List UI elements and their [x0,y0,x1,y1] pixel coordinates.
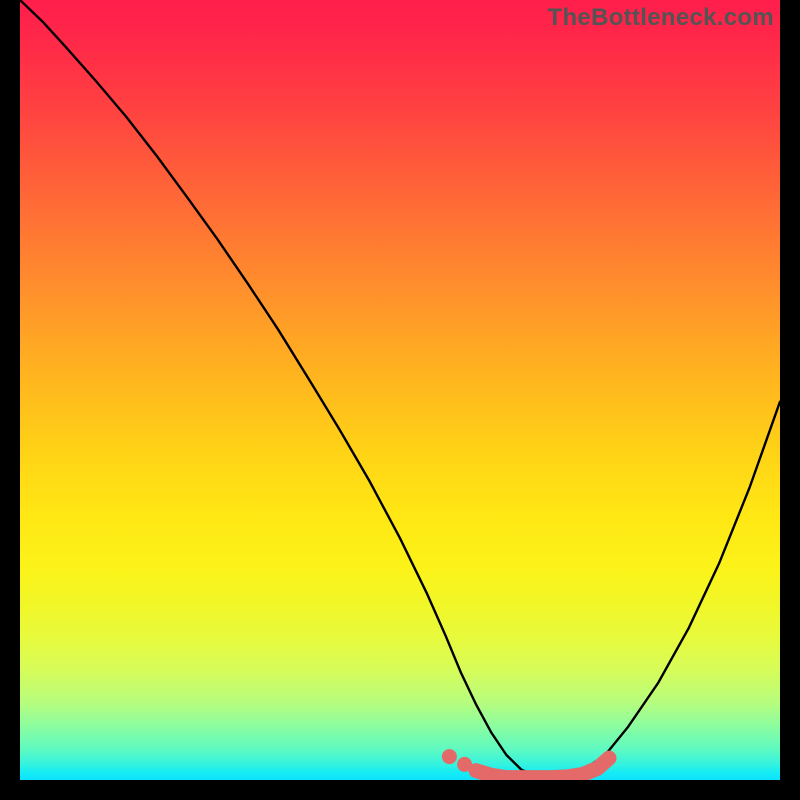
bottleneck-curve [20,0,780,778]
chart-frame [20,0,780,780]
highlight-dot [457,757,472,772]
optimal-range-highlight [476,758,609,778]
highlight-dot [442,749,457,764]
bottleneck-curve-svg [20,0,780,780]
watermark-text: TheBottleneck.com [548,4,774,32]
